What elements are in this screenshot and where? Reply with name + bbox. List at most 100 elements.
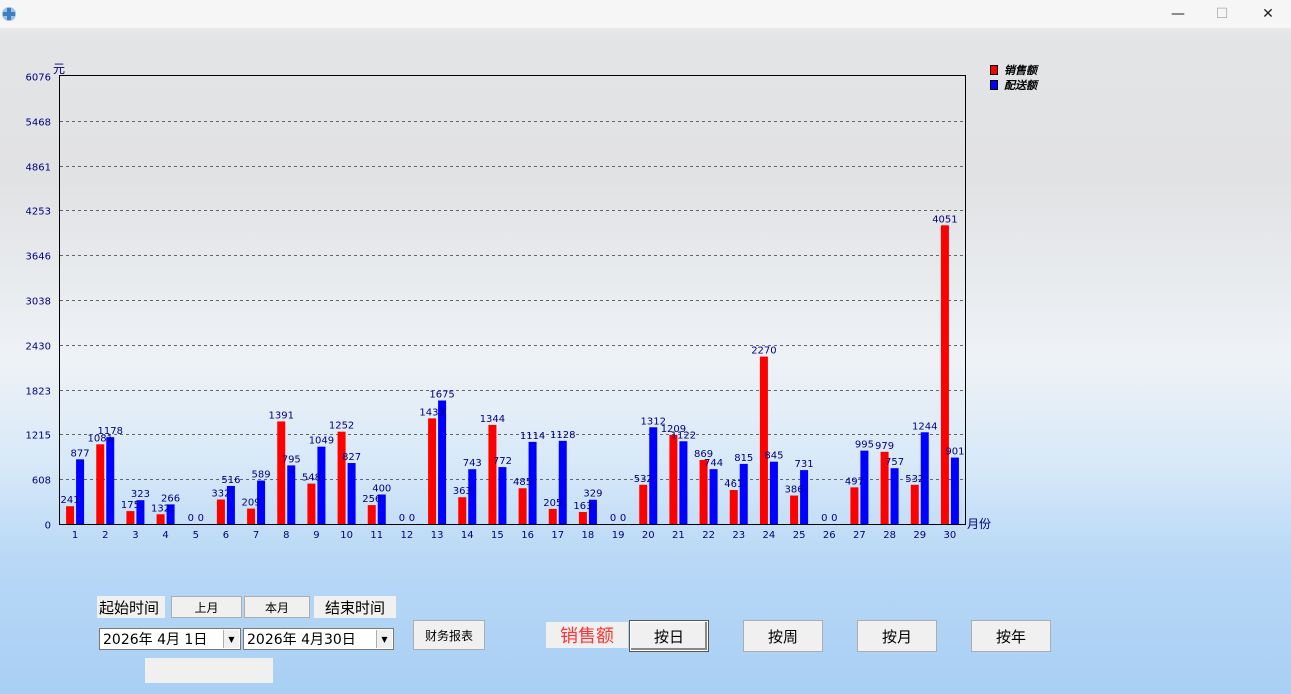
bar-value-label: 485 <box>513 477 532 488</box>
x-tick-label: 3 <box>132 530 138 541</box>
x-tick-label: 12 <box>401 530 414 541</box>
chevron-down-icon[interactable]: ▼ <box>376 630 392 648</box>
bar-sales <box>759 356 768 524</box>
x-tick-label: 30 <box>944 530 957 541</box>
chevron-down-icon[interactable]: ▼ <box>223 630 239 648</box>
bar-value-label: 0 <box>821 513 827 524</box>
x-tick-label: 29 <box>913 530 926 541</box>
bar-delivery <box>800 470 809 524</box>
bar-sales <box>66 506 75 524</box>
bar-sales <box>910 484 919 524</box>
end-time-label: 结束时间 <box>314 596 396 618</box>
bar-delivery <box>769 461 778 524</box>
bar-delivery <box>317 446 326 524</box>
start-date-picker[interactable]: 2026年 4月 1日 ▼ <box>99 628 241 650</box>
bar-value-label: 795 <box>282 454 301 465</box>
bar-value-label: 1244 <box>912 421 937 432</box>
x-tick-label: 1 <box>72 530 78 541</box>
finance-report-button[interactable]: 财务报表 <box>413 620 485 650</box>
bar-value-label: 0 <box>188 513 194 524</box>
by-year-button[interactable]: 按年 <box>971 620 1051 652</box>
bar-value-label: 548 <box>302 473 321 484</box>
bar-delivery <box>950 457 959 524</box>
y-tick-label: 4253 <box>26 207 51 218</box>
y-tick-label: 6076 <box>26 73 51 84</box>
x-tick-label: 15 <box>491 530 504 541</box>
bar-value-label: 772 <box>493 456 512 467</box>
bar-sales <box>940 225 949 524</box>
x-tick-label: 23 <box>732 530 745 541</box>
bar-value-label: 363 <box>453 486 472 497</box>
bar-sales <box>699 459 708 524</box>
bar-sales <box>488 424 497 524</box>
bar-value-label: 0 <box>610 513 616 524</box>
by-day-button[interactable]: 按日 <box>629 620 709 652</box>
start-date-value: 2026年 4月 1日 <box>103 632 208 648</box>
bar-sales <box>578 511 587 524</box>
bar-sales <box>337 431 346 524</box>
bar-value-label: 241 <box>61 495 80 506</box>
bar-value-label: 995 <box>855 440 874 451</box>
bar-sales <box>669 434 678 524</box>
by-month-button[interactable]: 按月 <box>857 620 937 652</box>
bar-delivery <box>347 463 356 524</box>
y-tick-label: 608 <box>32 476 51 487</box>
x-tick-label: 11 <box>370 530 383 541</box>
status-field <box>145 658 273 683</box>
bar-value-label: 877 <box>71 448 90 459</box>
x-tick-label: 19 <box>612 530 625 541</box>
end-date-picker[interactable]: 2026年 4月30日 ▼ <box>243 628 394 650</box>
bar-delivery <box>679 441 688 524</box>
bar-value-label: 1128 <box>550 430 575 441</box>
bar-sales <box>156 514 165 524</box>
bar-value-label: 0 <box>399 513 405 524</box>
bar-delivery <box>438 400 447 524</box>
bar-delivery <box>498 467 507 524</box>
legend-item-sales: 销售额 <box>990 62 1037 77</box>
bar-delivery <box>709 469 718 524</box>
bar-value-label: 323 <box>131 489 150 500</box>
y-tick-label: 1215 <box>26 431 51 442</box>
bar-value-label: 329 <box>583 489 602 500</box>
by-week-button[interactable]: 按周 <box>743 620 823 652</box>
bar-value-label: 209 <box>242 498 261 509</box>
start-time-label: 起始时间 <box>97 596 165 618</box>
x-tick-label: 20 <box>642 530 655 541</box>
x-tick-label: 4 <box>162 530 168 541</box>
x-tick-label: 22 <box>702 530 715 541</box>
x-axis-unit: 月份 <box>967 517 991 531</box>
bar-sales <box>247 508 256 524</box>
x-tick-label: 6 <box>223 530 229 541</box>
bar-value-label: 1049 <box>309 436 334 447</box>
bar-value-label: 1178 <box>98 426 123 437</box>
x-tick-label: 28 <box>883 530 896 541</box>
y-tick-label: 2430 <box>26 342 51 353</box>
x-tick-label: 10 <box>340 530 353 541</box>
bar-value-label: 532 <box>634 474 653 485</box>
bar-delivery <box>106 437 115 524</box>
y-tick-label: 1823 <box>26 387 51 398</box>
bar-value-label: 497 <box>845 476 864 487</box>
bar-sales <box>729 490 738 524</box>
bar-value-label: 532 <box>905 474 924 485</box>
bar-value-label: 386 <box>785 485 804 496</box>
bar-value-label: 1114 <box>520 431 545 442</box>
bar-sales <box>850 487 859 524</box>
bar-value-label: 4051 <box>932 214 957 225</box>
x-tick-label: 21 <box>672 530 685 541</box>
bar-value-label: 516 <box>221 475 240 486</box>
bar-sales <box>458 497 467 524</box>
y-tick-label: 3646 <box>26 252 51 263</box>
x-tick-label: 2 <box>102 530 108 541</box>
bar-sales <box>277 421 286 524</box>
bar-sales <box>367 505 376 524</box>
bar-delivery <box>890 468 899 524</box>
legend-item-delivery: 配送额 <box>990 77 1037 92</box>
bar-value-label: 1252 <box>329 421 354 432</box>
x-tick-label: 9 <box>313 530 319 541</box>
last-month-button[interactable]: 上月 <box>171 596 242 618</box>
this-month-button[interactable]: 本月 <box>244 596 310 618</box>
legend-swatch-sales <box>990 64 998 75</box>
bar-value-label: 979 <box>875 441 894 452</box>
x-tick-label: 18 <box>582 530 595 541</box>
